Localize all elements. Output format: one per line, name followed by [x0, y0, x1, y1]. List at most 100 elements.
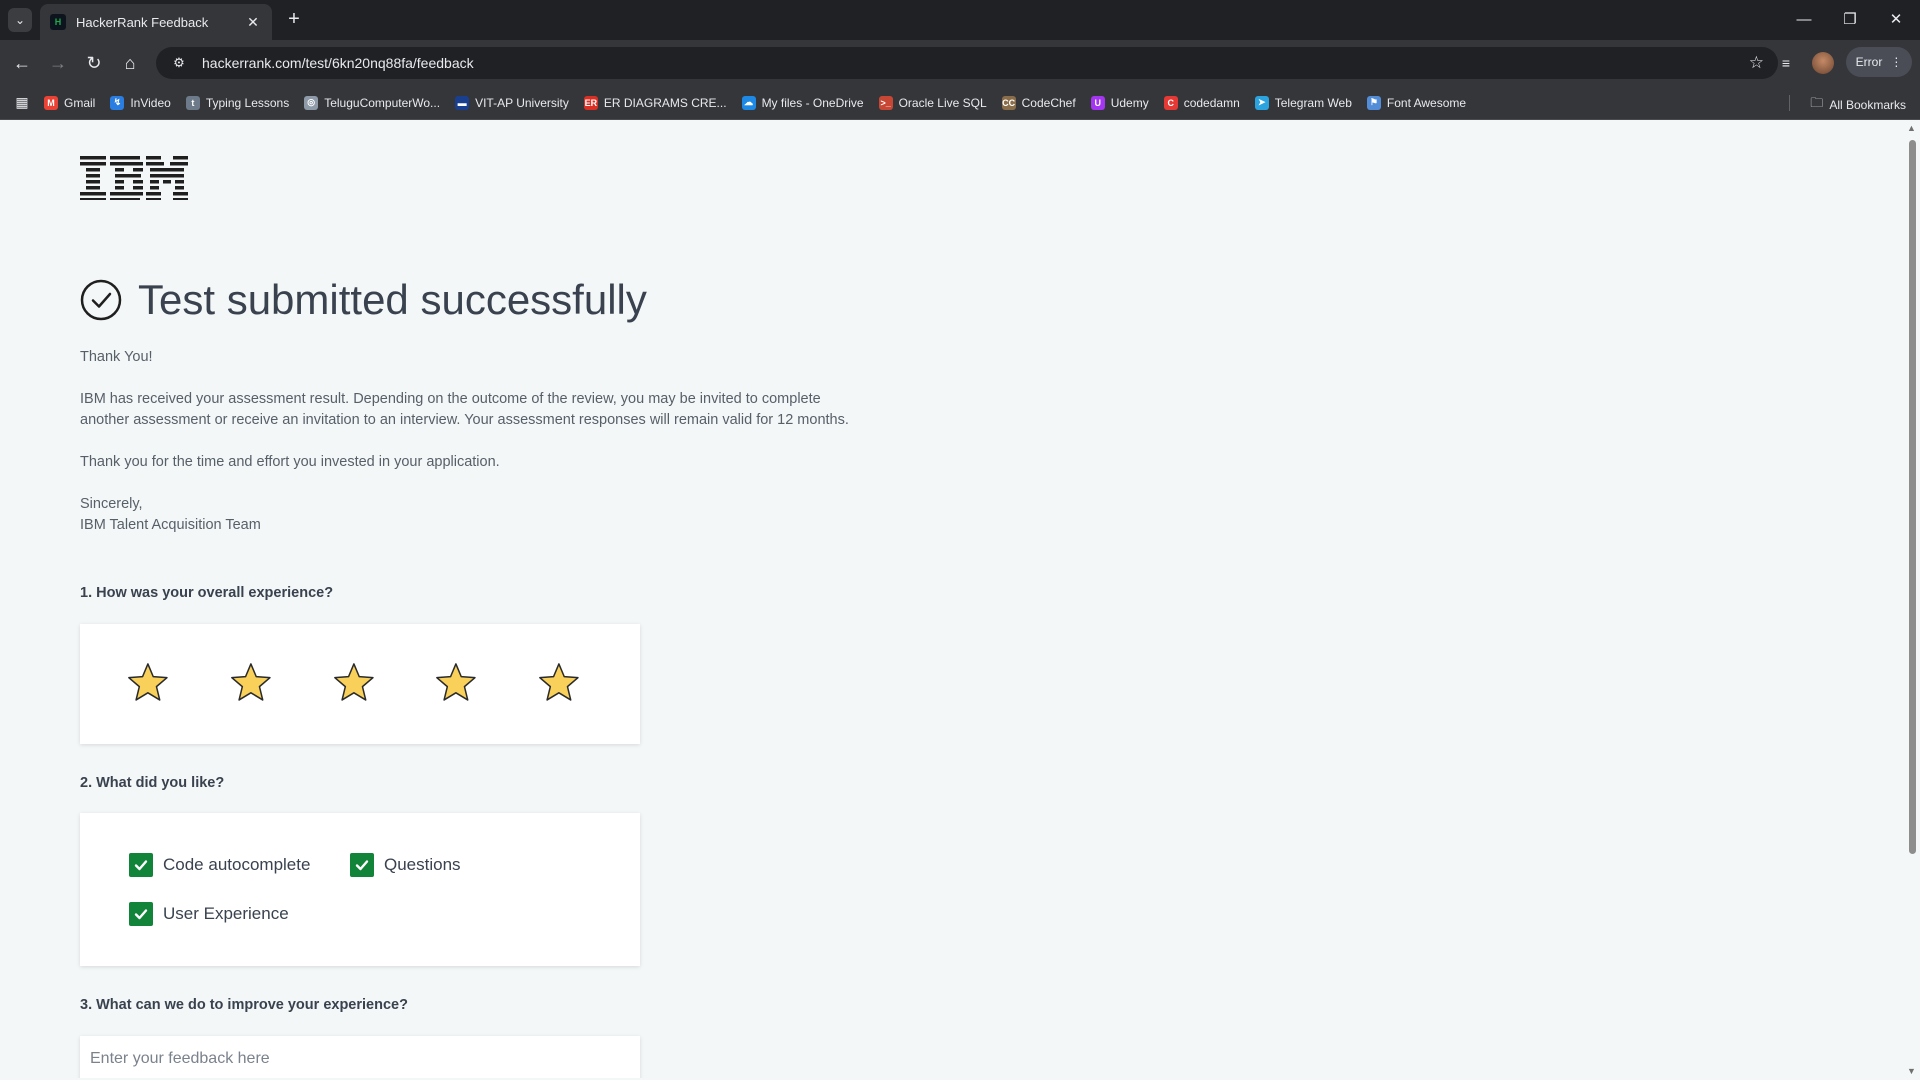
question-2-label: 2. What did you like? [80, 775, 225, 791]
bookmark-item[interactable]: ER ER DIAGRAMS CRE... [583, 95, 727, 110]
forward-arrow-icon[interactable]: → [44, 49, 72, 77]
bookmark-favicon-icon: ◎ [304, 95, 319, 110]
assessment-message-line-2: another assessment or receive an invitat… [80, 412, 849, 428]
close-tab-icon[interactable]: ✕ [244, 14, 262, 31]
home-icon[interactable]: ⌂ [116, 49, 144, 77]
checkbox-user-experience[interactable]: User Experience [129, 902, 289, 926]
bookmark-item[interactable]: ☁ My files - OneDrive [741, 95, 864, 110]
thank-you-text: Thank You! [80, 349, 153, 365]
active-tab[interactable]: H HackerRank Feedback ✕ [40, 4, 272, 40]
close-window-icon[interactable]: ✕ [1874, 6, 1918, 34]
bookmark-label: TeluguComputerWo... [324, 95, 441, 110]
url-text[interactable]: hackerrank.com/test/6kn20nq88fa/feedback [202, 55, 1749, 71]
minimize-icon[interactable]: — [1782, 6, 1826, 34]
bookmark-item[interactable]: Ccodedamn [1163, 95, 1240, 110]
bookmark-favicon-icon: CC [1001, 95, 1016, 110]
scroll-up-arrow-icon[interactable]: ▲ [1907, 123, 1916, 133]
tab-search-chevron-down-icon[interactable]: ⌄ [8, 8, 32, 32]
new-tab-plus-icon[interactable]: + [282, 8, 306, 32]
check-circle-icon [80, 279, 122, 321]
browser-toolbar: ← → ↻ ⌂ ⚙ hackerrank.com/test/6kn20nq88f… [0, 40, 1920, 86]
bookmark-item[interactable]: ⚑ Font Awesome [1366, 95, 1467, 110]
back-arrow-icon[interactable]: ← [8, 49, 36, 77]
bookmark-star-icon[interactable]: ☆ [1749, 53, 1764, 73]
checkbox-checked-icon [350, 853, 374, 877]
page-scrollbar[interactable]: ▲ ▼ [1904, 120, 1920, 1078]
assessment-message-line-1: IBM has received your assessment result.… [80, 391, 821, 407]
media-controls-icon[interactable]: ≡ [1772, 49, 1800, 77]
bookmarks-divider [1789, 95, 1790, 111]
bookmark-favicon-icon: ☁ [741, 95, 756, 110]
feedback-page: Test submitted successfully Thank You! I… [0, 120, 1904, 1078]
bookmark-item[interactable]: ◎ TeluguComputerWo... [304, 95, 441, 110]
star-icon[interactable] [229, 660, 273, 706]
bookmark-favicon-icon: ↯ [110, 95, 125, 110]
ibm-logo [80, 156, 188, 200]
profile-avatar[interactable] [1812, 52, 1834, 74]
hackerrank-favicon-icon: H [50, 14, 66, 30]
star-icon[interactable] [126, 660, 170, 706]
page-heading: Test submitted successfully [80, 276, 647, 324]
bookmark-item[interactable]: CC CodeChef [1001, 95, 1076, 110]
restore-icon[interactable]: ❐ [1828, 6, 1872, 34]
bookmark-label: CodeChef [1021, 95, 1076, 110]
bookmark-favicon-icon: ⚑ [1366, 95, 1381, 110]
star-icon[interactable] [332, 660, 376, 706]
bookmark-label: InVideo [130, 95, 171, 110]
bookmark-favicon-icon: t [185, 95, 200, 110]
bookmark-item[interactable]: t Typing Lessons [185, 95, 290, 110]
site-info-icon[interactable]: ⚙ [164, 55, 194, 71]
address-bar[interactable]: ⚙ hackerrank.com/test/6kn20nq88fa/feedba… [156, 47, 1778, 79]
bookmark-favicon-icon: >_ [878, 95, 893, 110]
bookmark-favicon-icon: ER [583, 95, 598, 110]
star-rating [80, 624, 640, 706]
checkbox-questions[interactable]: Questions [350, 853, 461, 877]
folder-icon: 🗀 [1810, 95, 1824, 110]
question-1-label: 1. How was your overall experience? [80, 585, 334, 601]
reload-icon[interactable]: ↻ [80, 49, 108, 77]
bookmark-item[interactable]: ↯ InVideo [110, 95, 171, 110]
signature: Sincerely, IBM Talent Acquisition Team [80, 494, 261, 536]
bookmark-favicon-icon: ➤ [1254, 95, 1269, 110]
checkbox-code-autocomplete[interactable]: Code autocomplete [129, 853, 310, 877]
bookmark-list: M Gmail ↯ InVideo t Typing Lessons ◎ TeluguComp… [44, 95, 1481, 110]
bookmark-label: codedamn [1183, 95, 1240, 110]
bookmarks-bar: ▦ M Gmail ↯ InVideo t Typing Lessons ◎ TeluguCo… [0, 86, 1920, 120]
bookmark-item[interactable]: ➤ Telegram Web [1254, 95, 1352, 110]
bookmark-item[interactable]: U Udemy [1090, 95, 1149, 110]
checkbox-label: Code autocomplete [163, 855, 311, 874]
page-title: Test submitted successfully [138, 276, 647, 323]
bookmark-favicon-icon: U [1090, 95, 1105, 110]
bookmark-favicon-icon: C [1163, 95, 1178, 110]
bookmark-favicon-icon: ▬ [455, 95, 470, 110]
bookmark-item[interactable]: ▬ VIT-AP University [455, 95, 569, 110]
bookmark-item[interactable]: M Gmail [44, 95, 95, 110]
star-icon[interactable] [434, 660, 478, 706]
checkbox-checked-icon [129, 902, 153, 926]
assessment-message: IBM has received your assessment result.… [80, 389, 849, 431]
question-3-label: 3. What can we do to improve your experi… [80, 997, 408, 1013]
bookmark-label: My files - OneDrive [761, 95, 864, 110]
bookmark-label: Font Awesome [1386, 95, 1467, 110]
scroll-down-arrow-icon[interactable]: ▼ [1907, 1066, 1916, 1076]
tab-strip: ⌄ H HackerRank Feedback ✕ + — ❐ ✕ [0, 0, 1920, 40]
checkbox-checked-icon [129, 853, 153, 877]
all-bookmarks-label: All Bookmarks [1829, 98, 1906, 112]
profile-error-label: Error [1855, 55, 1883, 69]
likes-card: Code autocomplete Questions User Experie… [80, 813, 640, 966]
star-icon[interactable] [537, 660, 581, 706]
checkbox-label: Questions [384, 855, 461, 874]
feedback-input[interactable] [80, 1036, 640, 1078]
rating-card [80, 624, 640, 744]
bookmark-label: Telegram Web [1274, 95, 1352, 110]
scroll-thumb[interactable] [1909, 140, 1916, 854]
bookmark-label: ER DIAGRAMS CRE... [603, 95, 727, 110]
more-options-icon[interactable]: ⋮ [1890, 55, 1902, 69]
all-bookmarks-button[interactable]: 🗀 All Bookmarks [1810, 94, 1906, 116]
tab-title: HackerRank Feedback [76, 14, 209, 30]
bookmark-label: Typing Lessons [205, 95, 290, 110]
team-name: IBM Talent Acquisition Team [80, 517, 261, 533]
apps-grid-icon[interactable]: ▦ [0, 94, 44, 111]
profile-error-button[interactable]: Error ⋮ [1846, 47, 1912, 77]
bookmark-item[interactable]: >_ Oracle Live SQL [878, 95, 987, 110]
